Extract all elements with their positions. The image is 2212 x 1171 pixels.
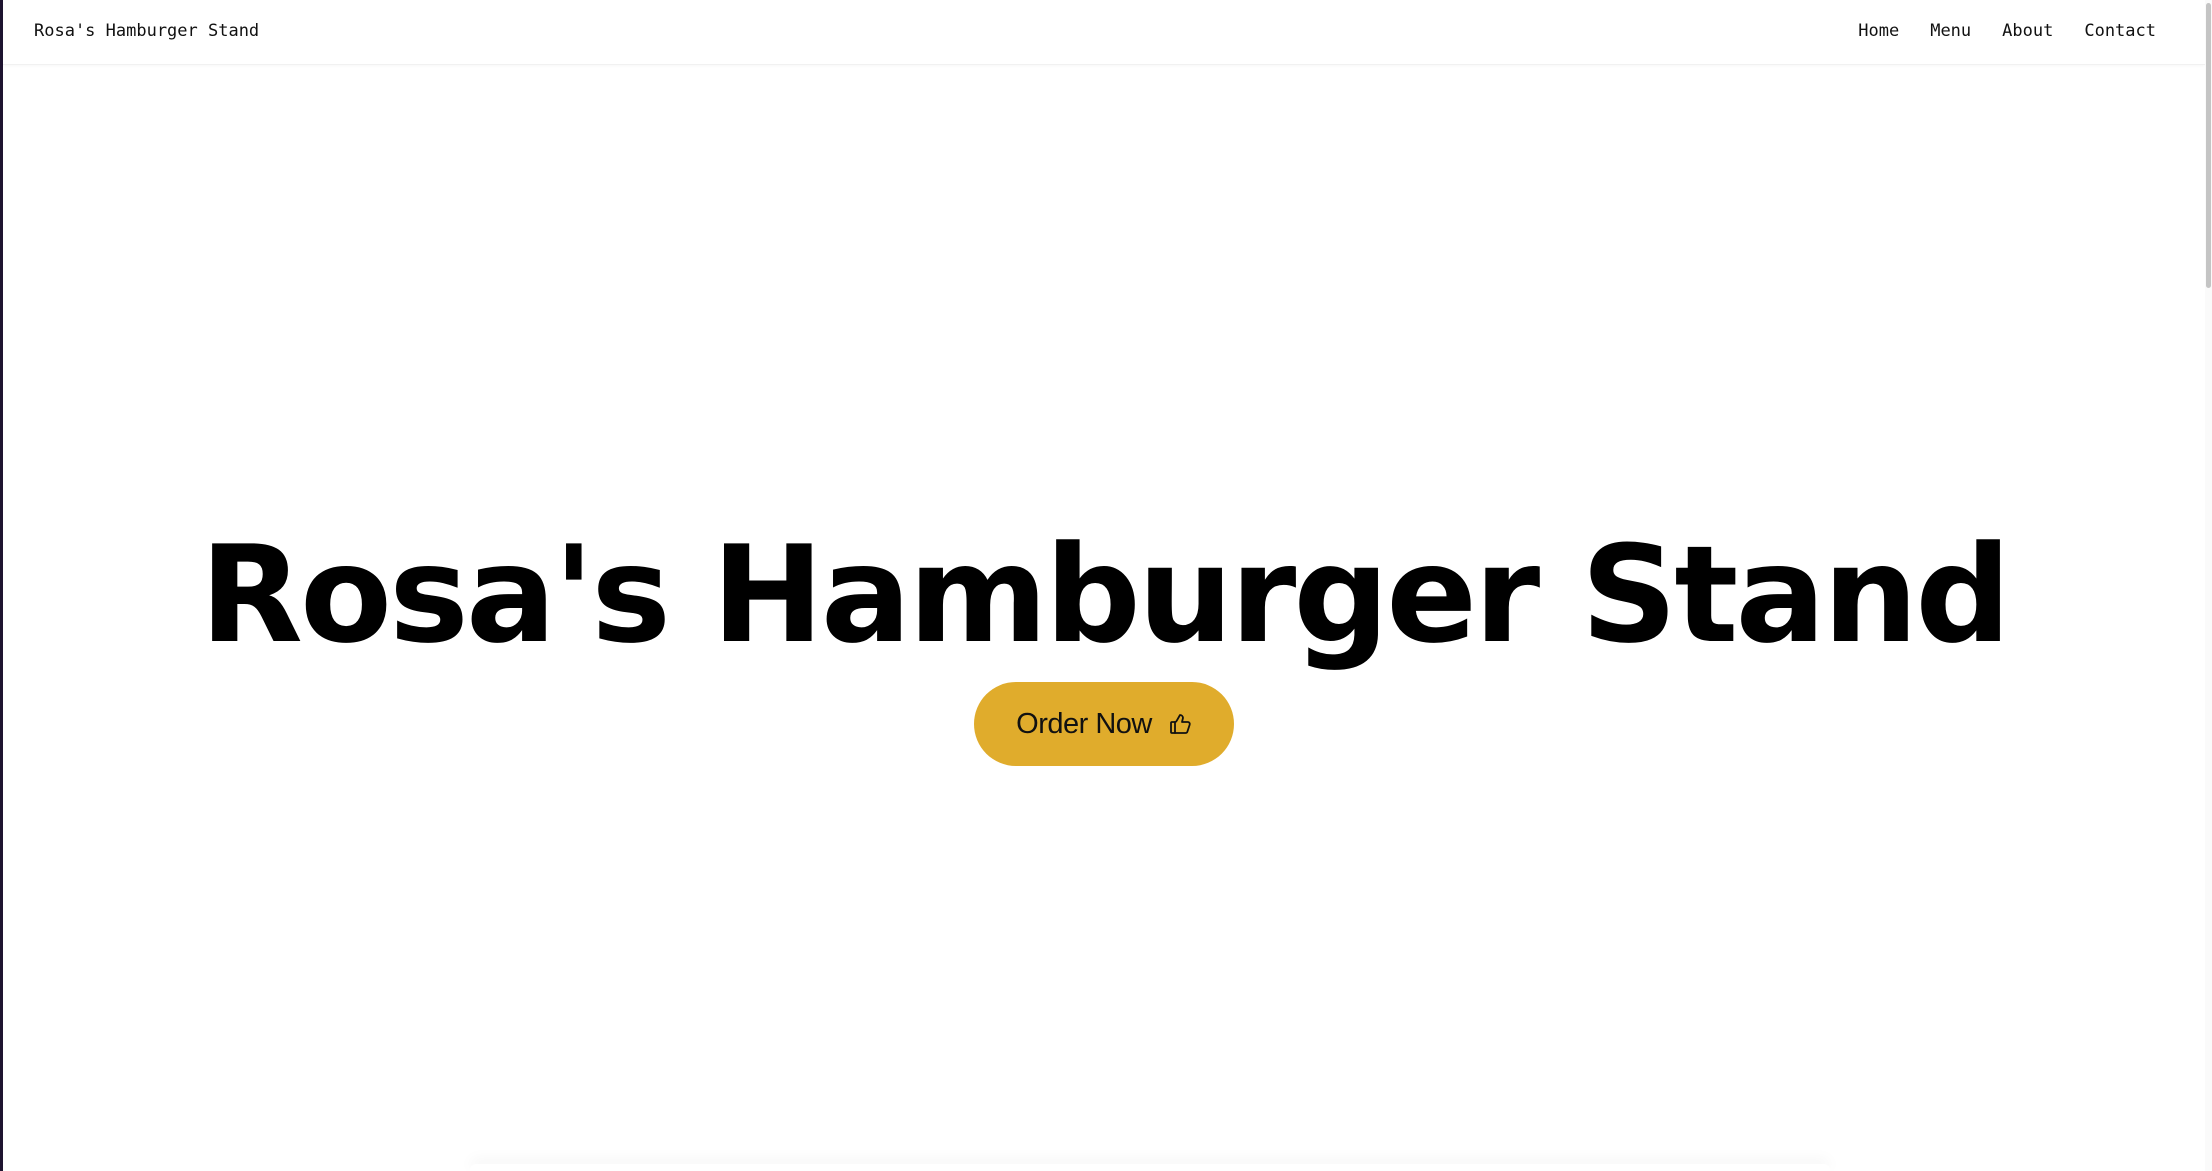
scrollbar-track[interactable]: [2205, 0, 2212, 1171]
order-now-label: Order Now: [1016, 707, 1152, 740]
hero-title: Rosa's Hamburger Stand: [199, 517, 2011, 673]
next-section-edge: [470, 1164, 1830, 1171]
nav-link-home[interactable]: Home: [1858, 20, 1899, 42]
scrollbar-thumb[interactable]: [2206, 3, 2211, 288]
main-nav: Home Menu About Contact: [1858, 20, 2156, 42]
nav-link-contact[interactable]: Contact: [2084, 20, 2156, 42]
thumbs-up-icon: [1168, 712, 1192, 736]
hero-section: Rosa's Hamburger Stand Order Now: [3, 65, 2205, 1171]
order-now-button[interactable]: Order Now: [974, 682, 1234, 766]
nav-link-menu[interactable]: Menu: [1930, 20, 1971, 42]
brand-link[interactable]: Rosa's Hamburger Stand: [34, 20, 259, 42]
top-navbar: Rosa's Hamburger Stand Home Menu About C…: [3, 0, 2205, 65]
nav-link-about[interactable]: About: [2002, 20, 2053, 42]
